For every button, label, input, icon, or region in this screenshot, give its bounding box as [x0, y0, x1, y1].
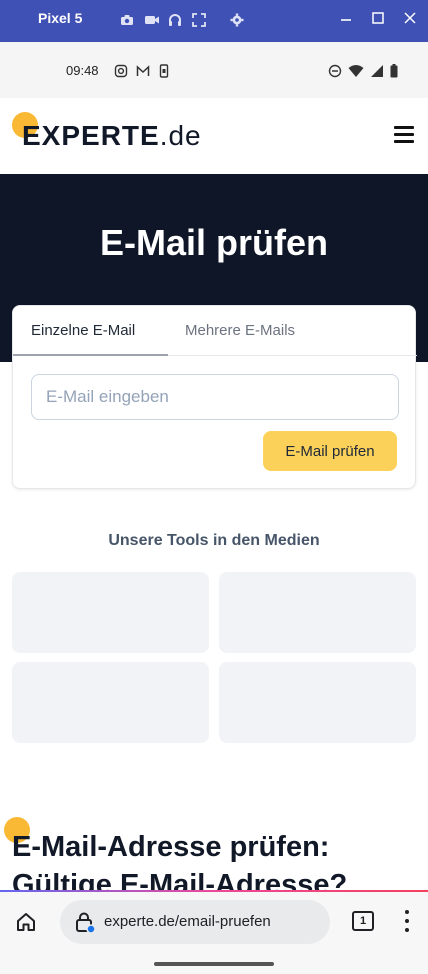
site-header: EXPERTE.de	[0, 98, 428, 174]
status-bar: 09:48	[0, 42, 428, 98]
settings-icon[interactable]	[230, 12, 244, 27]
emulator-title-bar: Pixel 5	[0, 0, 428, 42]
close-icon[interactable]	[402, 10, 418, 26]
media-logo-tile	[219, 662, 416, 743]
tab-multiple-emails[interactable]: Mehrere E-Mails	[185, 322, 295, 339]
instagram-icon	[114, 63, 128, 82]
email-check-card: Einzelne E-Mail Mehrere E-Mails E-Mail p…	[12, 305, 417, 489]
headphones-icon[interactable]	[168, 12, 182, 26]
battery-icon	[390, 63, 398, 82]
window-controls	[338, 10, 418, 26]
media-logo-tile	[12, 572, 209, 653]
hero-title: E-Mail prüfen	[99, 222, 328, 263]
dnd-icon	[328, 63, 342, 82]
media-logo-tile	[219, 572, 416, 653]
article-title-line1: E-Mail-Adresse prüfen:	[12, 831, 330, 863]
url-text: experte.de/email-pruefen	[104, 913, 271, 930]
browser-toolbar: experte.de/email-pruefen 1	[0, 892, 428, 974]
lock-icon[interactable]	[74, 911, 96, 934]
maximize-icon[interactable]	[370, 10, 386, 26]
url-bar[interactable]: experte.de/email-pruefen	[60, 900, 330, 944]
minimize-icon[interactable]	[338, 10, 354, 26]
active-tab-indicator	[13, 354, 168, 356]
hamburger-menu-icon[interactable]	[394, 126, 414, 144]
tool-tabs: Einzelne E-Mail Mehrere E-Mails	[13, 306, 417, 356]
emulator-title: Pixel 5	[38, 10, 83, 26]
more-options-icon[interactable]	[404, 910, 410, 934]
tab-single-email[interactable]: Einzelne E-Mail	[31, 322, 135, 339]
media-logo-tile	[12, 662, 209, 743]
check-email-button[interactable]: E-Mail prüfen	[263, 431, 397, 471]
emulator-toolbar	[120, 12, 244, 27]
phone-icon	[158, 63, 170, 82]
camera-icon[interactable]	[120, 12, 134, 26]
home-icon[interactable]	[14, 910, 38, 934]
article-title: E-Mail-Adresse prüfen: Gültige E-Mail-Ad…	[12, 828, 422, 892]
logo-tld: .de	[159, 120, 202, 151]
article-title-line2: Gültige E-Mail-Adresse?	[12, 869, 348, 892]
gmail-icon	[136, 63, 150, 82]
logo-main: EXPERTE	[22, 120, 160, 151]
resize-icon[interactable]	[192, 12, 206, 27]
email-input[interactable]	[31, 374, 399, 420]
status-system-icons	[328, 63, 398, 82]
media-section-title: Unsere Tools in den Medien	[108, 532, 320, 549]
status-notifications	[114, 63, 170, 82]
tab-switcher-button[interactable]: 1	[352, 911, 374, 931]
video-icon[interactable]	[144, 12, 159, 26]
gesture-nav-handle[interactable]	[154, 962, 274, 966]
logo-text: EXPERTE.de	[22, 120, 202, 152]
wifi-icon	[348, 63, 364, 82]
status-time: 09:48	[66, 63, 99, 78]
signal-icon	[370, 63, 384, 82]
